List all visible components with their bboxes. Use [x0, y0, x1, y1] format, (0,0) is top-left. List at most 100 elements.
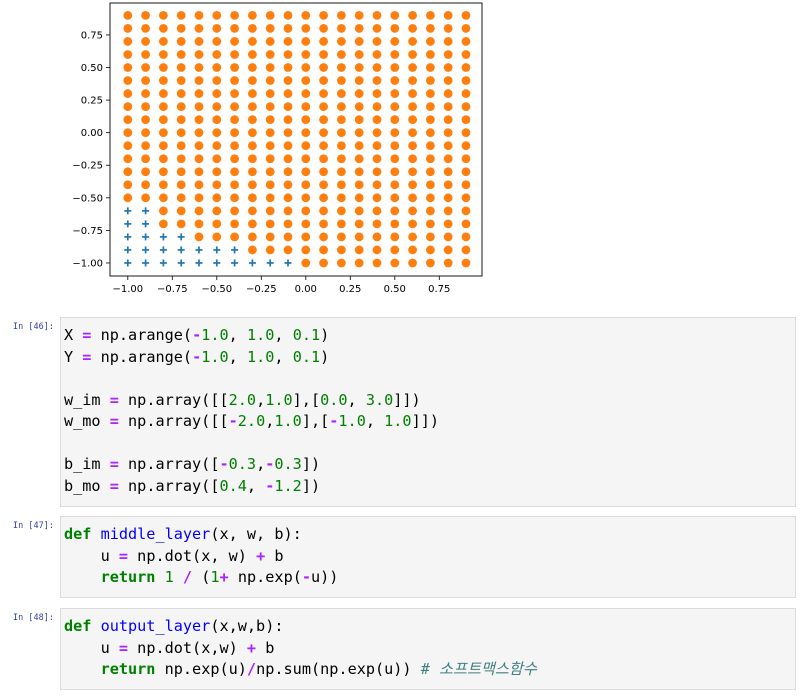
orange-circle-point — [230, 89, 239, 98]
code-cell-47[interactable]: In [47]: def middle_layer(x, w, b): u = … — [0, 516, 805, 598]
orange-circle-point — [265, 180, 275, 190]
x-tick-label: −0.50 — [201, 284, 232, 295]
orange-circle-point — [141, 50, 150, 59]
y-tick-label: 0.00 — [81, 128, 103, 139]
orange-circle-point — [425, 37, 435, 46]
code-source[interactable]: X = np.arange(-1.0, 1.0, 0.1) Y = np.ara… — [61, 318, 795, 497]
orange-circle-point — [247, 102, 257, 111]
orange-circle-point — [372, 102, 382, 111]
orange-circle-point — [390, 10, 400, 20]
orange-circle-point — [461, 24, 471, 33]
y-tick-label: −0.25 — [72, 161, 103, 172]
orange-circle-point — [319, 167, 328, 177]
orange-circle-point — [230, 167, 239, 177]
orange-circle-point — [354, 219, 364, 229]
orange-circle-point — [336, 115, 346, 125]
orange-circle-point — [425, 232, 435, 242]
orange-circle-point — [319, 245, 328, 255]
orange-circle-point — [390, 245, 400, 255]
cell-prompt: In [46]: — [13, 322, 54, 332]
orange-circle-point — [336, 154, 346, 164]
orange-circle-point — [194, 102, 204, 111]
orange-circle-point — [336, 102, 346, 111]
orange-circle-point — [336, 219, 346, 229]
orange-circle-point — [265, 10, 275, 20]
orange-circle-point — [194, 180, 204, 190]
orange-circle-point — [141, 193, 150, 203]
y-tick-label: 0.50 — [81, 63, 103, 74]
orange-circle-point — [408, 37, 417, 46]
orange-circle-point — [123, 10, 133, 20]
orange-circle-point — [354, 10, 364, 20]
orange-circle-point — [158, 89, 168, 98]
orange-circle-point — [283, 245, 293, 255]
orange-circle-point — [301, 128, 311, 138]
orange-circle-point — [301, 63, 311, 72]
orange-circle-point — [212, 167, 222, 177]
orange-circle-point — [461, 245, 471, 255]
orange-circle-point — [247, 180, 257, 190]
orange-circle-point — [176, 193, 186, 203]
orange-circle-point — [265, 128, 275, 138]
orange-circle-point — [194, 193, 204, 203]
orange-circle-point — [372, 245, 382, 255]
orange-circle-point — [212, 115, 222, 125]
orange-circle-point — [372, 232, 382, 242]
code-source[interactable]: def output_layer(x,w,b): u = np.dot(x,w)… — [61, 609, 795, 681]
orange-circle-point — [247, 232, 257, 242]
orange-circle-point — [176, 89, 186, 98]
orange-circle-point — [390, 167, 400, 177]
orange-circle-point — [212, 76, 222, 85]
orange-circle-point — [354, 76, 364, 85]
orange-circle-point — [461, 258, 471, 268]
orange-circle-point — [336, 50, 346, 59]
orange-circle-point — [212, 50, 222, 59]
code-source[interactable]: def middle_layer(x, w, b): u = np.dot(x,… — [61, 517, 795, 589]
orange-circle-point — [230, 193, 239, 203]
orange-circle-point — [319, 206, 328, 216]
code-cell-48[interactable]: In [48]: def output_layer(x,w,b): u = np… — [0, 608, 805, 690]
orange-circle-point — [212, 232, 222, 242]
orange-circle-point — [390, 50, 400, 59]
orange-circle-point — [230, 10, 239, 20]
orange-circle-point — [194, 115, 204, 125]
orange-circle-point — [425, 154, 435, 164]
orange-circle-point — [461, 63, 471, 72]
orange-circle-point — [461, 180, 471, 190]
orange-circle-point — [283, 24, 293, 33]
orange-circle-point — [425, 180, 435, 190]
orange-circle-point — [372, 193, 382, 203]
code-editor[interactable]: def output_layer(x,w,b): u = np.dot(x,w)… — [60, 608, 796, 690]
orange-circle-point — [372, 141, 382, 151]
orange-circle-point — [372, 154, 382, 164]
orange-circle-point — [265, 154, 275, 164]
orange-circle-point — [390, 193, 400, 203]
orange-circle-point — [176, 115, 186, 125]
orange-circle-point — [176, 76, 186, 85]
orange-circle-point — [301, 167, 311, 177]
orange-circle-point — [141, 10, 150, 20]
code-editor[interactable]: X = np.arange(-1.0, 1.0, 0.1) Y = np.ara… — [60, 317, 796, 507]
orange-circle-point — [212, 180, 222, 190]
orange-circle-point — [390, 63, 400, 72]
orange-circle-point — [461, 102, 471, 111]
orange-circle-point — [123, 141, 133, 151]
orange-circle-point — [301, 206, 311, 216]
orange-circle-point — [265, 37, 275, 46]
orange-circle-point — [408, 24, 417, 33]
orange-circle-point — [301, 258, 311, 268]
orange-circle-point — [212, 24, 222, 33]
orange-circle-point — [408, 193, 417, 203]
orange-circle-point — [283, 128, 293, 138]
code-cell-46[interactable]: In [46]: X = np.arange(-1.0, 1.0, 0.1) Y… — [0, 317, 805, 507]
orange-circle-point — [265, 232, 275, 242]
orange-circle-point — [247, 89, 257, 98]
orange-circle-point — [176, 102, 186, 111]
code-editor[interactable]: def middle_layer(x, w, b): u = np.dot(x,… — [60, 516, 796, 598]
orange-circle-point — [176, 219, 186, 229]
orange-circle-point — [247, 63, 257, 72]
x-axis-ticks: −1.00 −0.75 −0.50 −0.25 0.00 0.25 0.50 0.75 — [112, 276, 450, 295]
orange-circle-point — [354, 180, 364, 190]
orange-circle-point — [123, 193, 133, 203]
orange-circle-point — [408, 50, 417, 59]
